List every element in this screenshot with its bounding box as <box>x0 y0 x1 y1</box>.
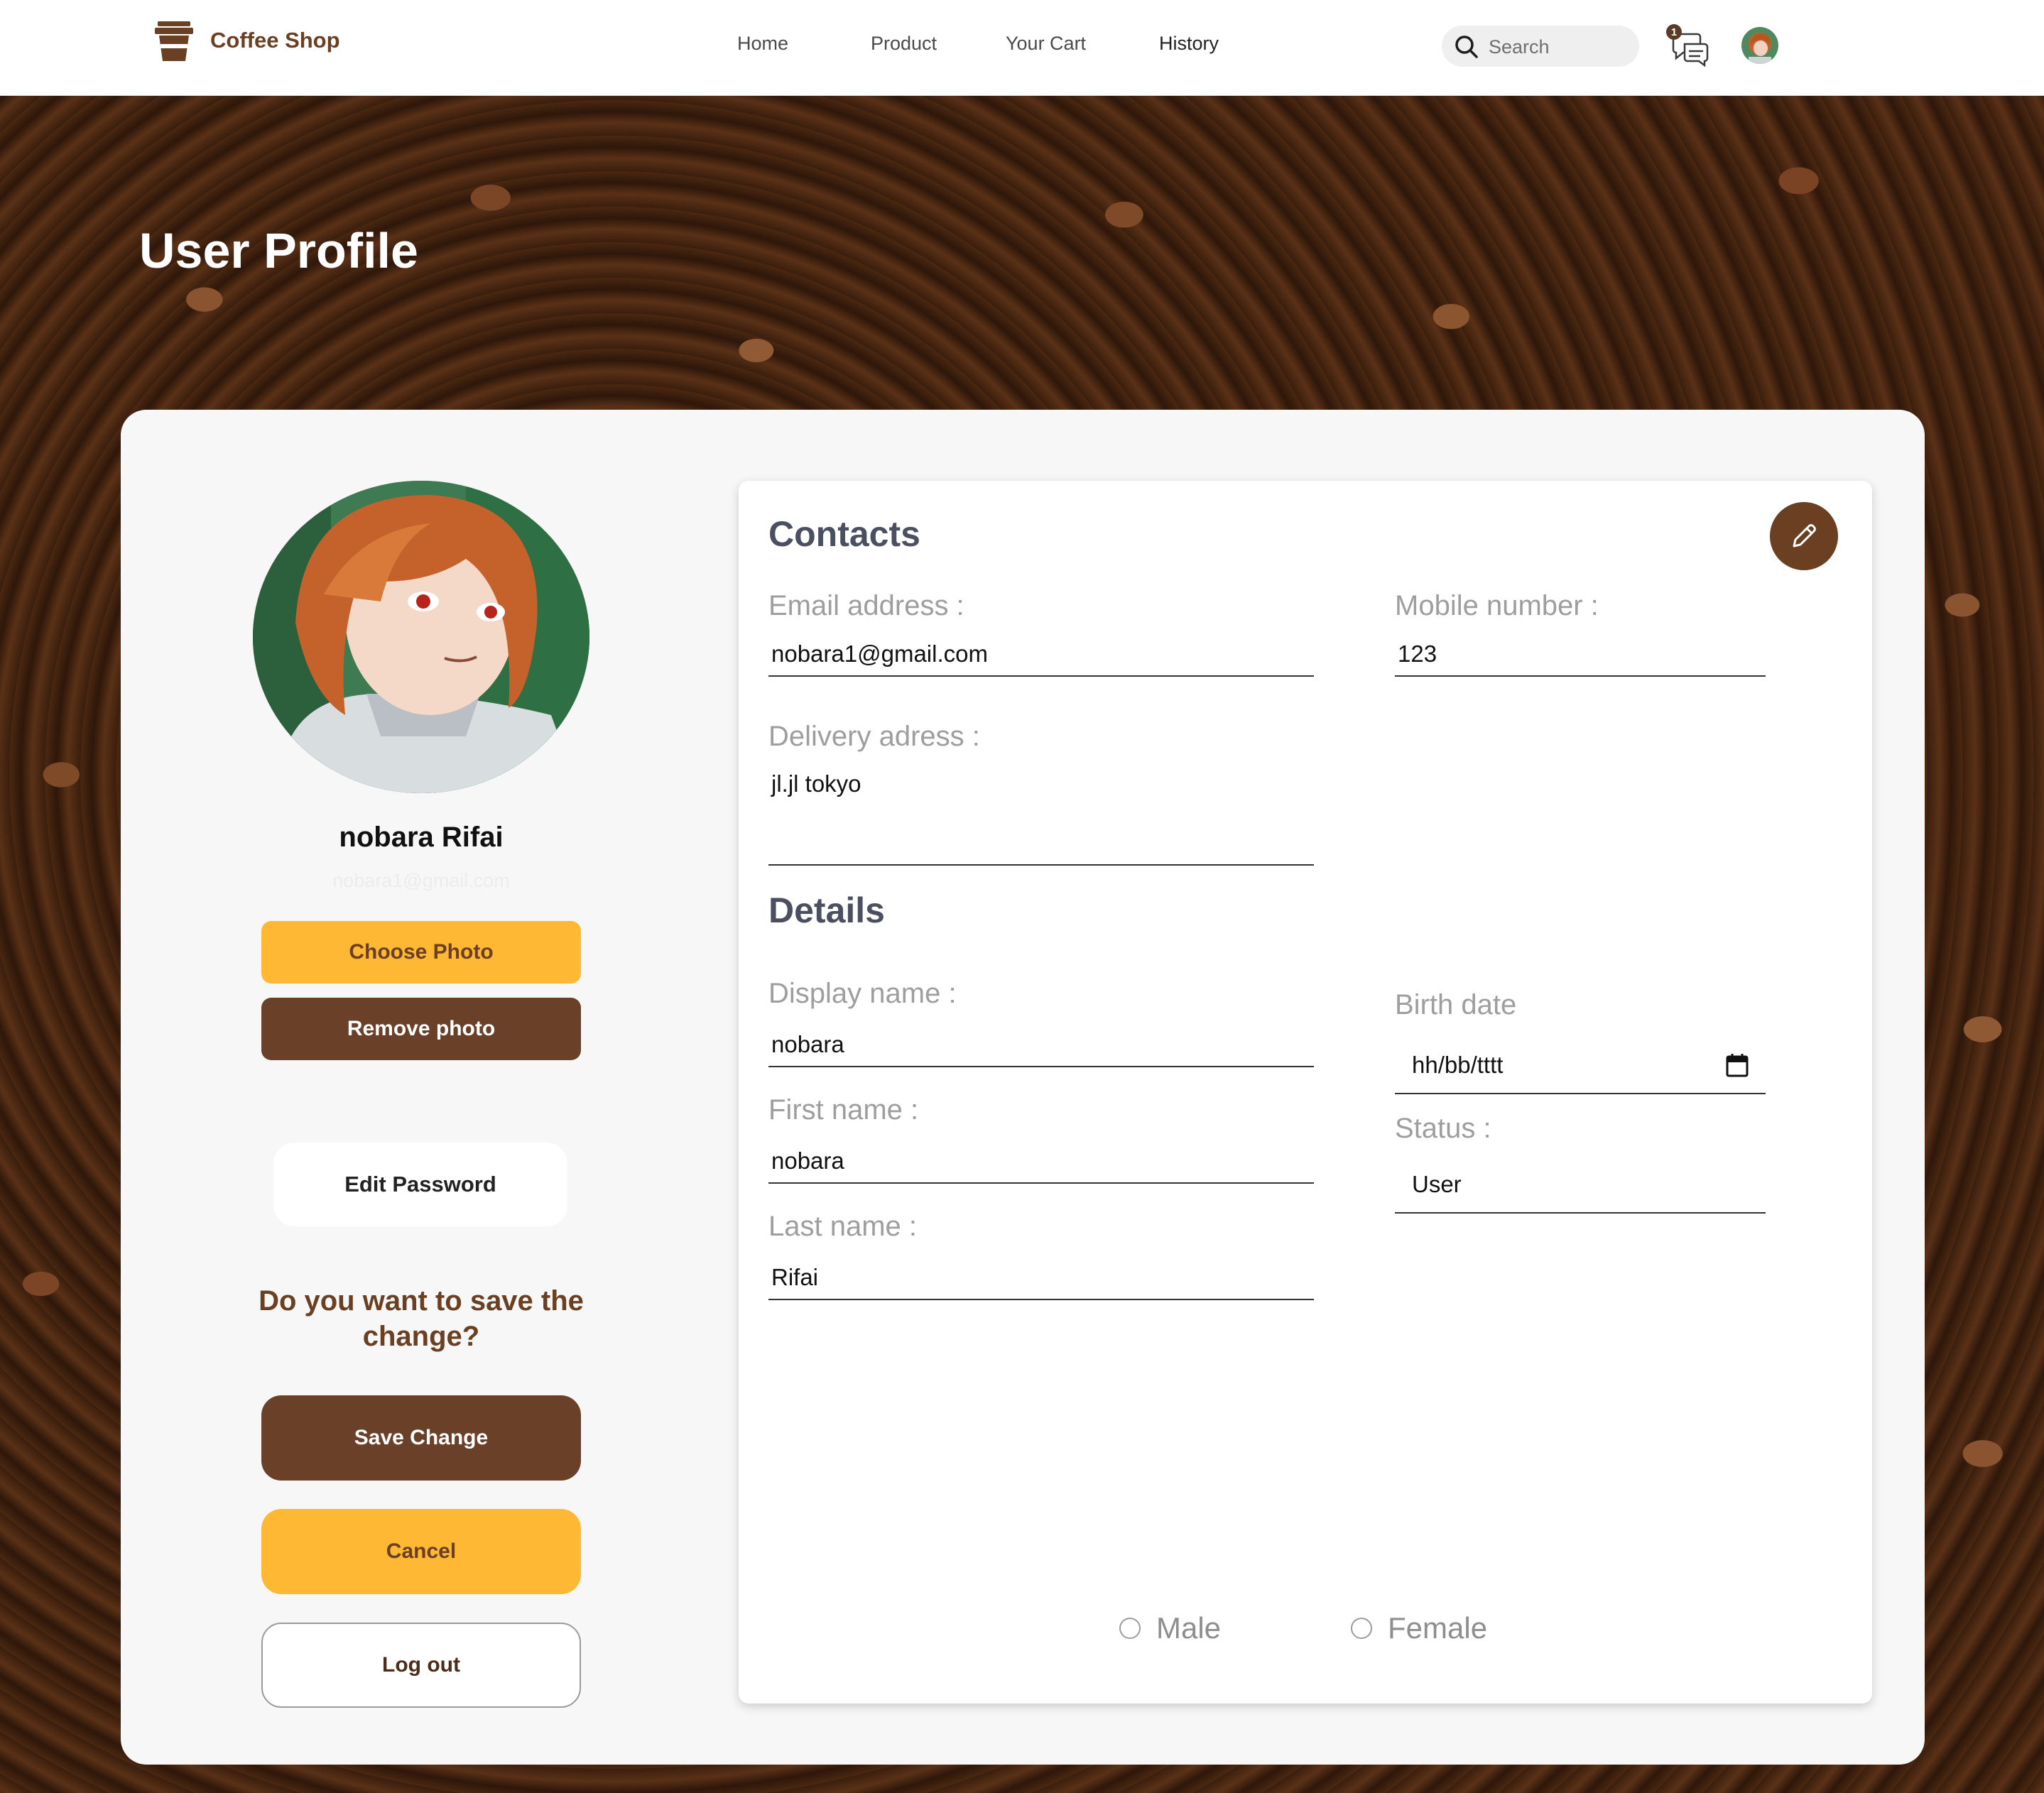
search-icon <box>1455 36 1478 58</box>
birth-date-label: Birth date <box>1395 989 1517 1020</box>
user-avatar[interactable] <box>1741 27 1778 64</box>
last-name-label: Last name : <box>768 1211 918 1242</box>
brand-name: Coffee Shop <box>210 28 340 53</box>
gender-male-option[interactable]: Male <box>1119 1611 1221 1645</box>
email-label: Email address : <box>768 590 964 621</box>
remove-photo-button[interactable]: Remove photo <box>261 998 581 1060</box>
display-name-field[interactable] <box>768 1023 1314 1067</box>
status-field[interactable] <box>1395 1157 1766 1214</box>
nav-your-cart[interactable]: Your Cart <box>1006 33 1086 55</box>
contacts-title: Contacts <box>768 514 920 554</box>
male-radio[interactable] <box>1119 1618 1141 1639</box>
profile-form-panel: Contacts Email address : Mobile number :… <box>739 481 1872 1704</box>
last-name-field[interactable] <box>768 1256 1314 1300</box>
profile-email: nobara1@gmail.com <box>332 870 510 891</box>
nav-history[interactable]: History <box>1159 33 1219 55</box>
coffee-bean-background: User Profile nobara Rifai nobara1@gmail.… <box>0 96 2044 1793</box>
nav-product[interactable]: Product <box>871 33 937 55</box>
profile-card: nobara Rifai nobara1@gmail.com Choose Ph… <box>121 410 1925 1765</box>
top-navbar: Coffee Shop Home Product Your Cart Histo… <box>0 0 2044 96</box>
mobile-label: Mobile number : <box>1395 590 1599 621</box>
first-name-field[interactable] <box>768 1140 1314 1184</box>
email-field[interactable] <box>768 633 1314 677</box>
pencil-icon <box>1793 524 1816 547</box>
delivery-address-field[interactable]: jl.jl tokyo <box>768 762 1314 866</box>
brand-logo[interactable]: Coffee Shop <box>155 20 340 61</box>
female-label: Female <box>1388 1611 1488 1645</box>
save-question: Do you want to save the change? <box>259 1285 584 1352</box>
choose-photo-button[interactable]: Choose Photo <box>261 921 581 983</box>
gender-female-option[interactable]: Female <box>1351 1611 1487 1645</box>
avatar-image <box>1741 27 1778 64</box>
search-box[interactable] <box>1442 26 1639 68</box>
chat-button[interactable]: 1 <box>1666 24 1710 67</box>
first-name-label: First name : <box>768 1094 919 1126</box>
chat-badge: 1 <box>1666 24 1682 40</box>
profile-photo <box>253 481 589 793</box>
profile-photo-image <box>253 481 589 793</box>
birth-date-placeholder: hh/bb/tttt <box>1412 1052 1504 1078</box>
status-label: Status : <box>1395 1113 1491 1144</box>
delivery-address-label: Delivery adress : <box>768 721 980 752</box>
logout-button[interactable]: Log out <box>261 1623 581 1708</box>
save-change-button[interactable]: Save Change <box>261 1395 581 1481</box>
nav-home[interactable]: Home <box>737 33 788 55</box>
mobile-field[interactable] <box>1395 633 1766 677</box>
calendar-icon[interactable] <box>1726 1053 1749 1077</box>
details-title: Details <box>768 890 885 930</box>
page-title: User Profile <box>139 223 418 278</box>
search-input[interactable] <box>1487 26 1632 68</box>
edit-profile-button[interactable] <box>1770 502 1838 570</box>
profile-name: nobara Rifai <box>339 822 504 853</box>
cancel-button[interactable]: Cancel <box>261 1509 581 1594</box>
display-name-label: Display name : <box>768 978 957 1009</box>
female-radio[interactable] <box>1351 1618 1372 1639</box>
male-label: Male <box>1156 1611 1222 1645</box>
edit-password-button[interactable]: Edit Password <box>273 1143 567 1226</box>
coffee-cup-icon <box>155 21 193 61</box>
birth-date-field[interactable]: hh/bb/tttt <box>1395 1037 1766 1094</box>
